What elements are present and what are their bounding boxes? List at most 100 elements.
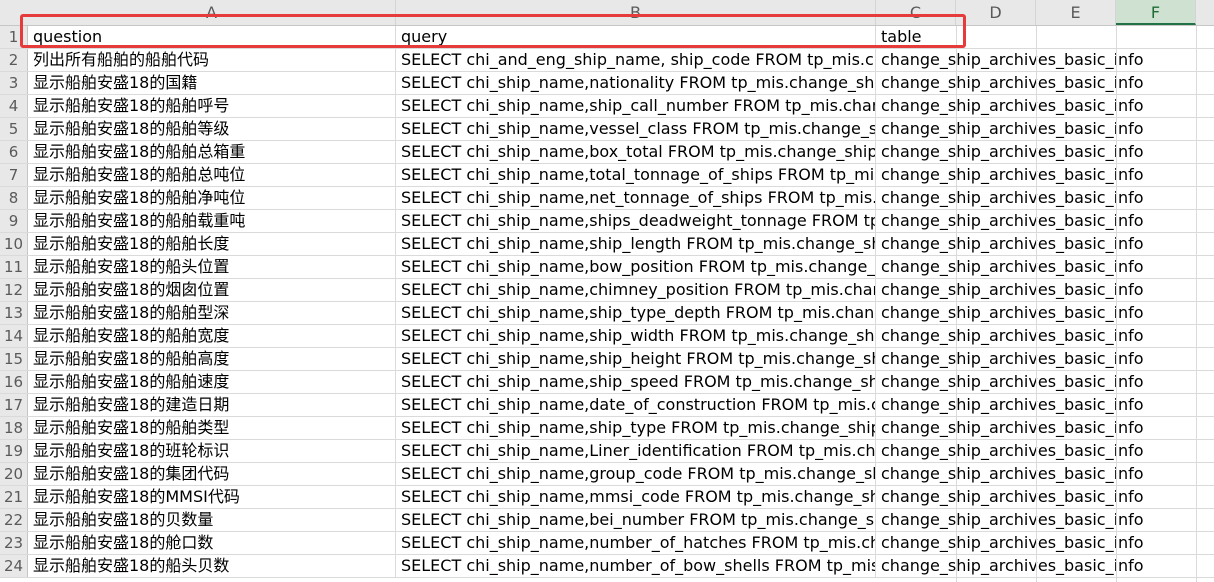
cell-table[interactable]: change_ship_archives_basic_info	[876, 256, 1214, 278]
cell-table[interactable]: change_ship_archives_basic_info	[876, 72, 1214, 94]
cell-question[interactable]: 显示船舶安盛18的船舶总箱重	[28, 141, 396, 163]
row-header[interactable]: 11	[0, 256, 28, 278]
cell-table[interactable]: change_ship_archives_basic_info	[876, 555, 1214, 577]
cell-table[interactable]: change_ship_archives_basic_info	[876, 486, 1214, 508]
row-header[interactable]: 13	[0, 302, 28, 324]
cell-question[interactable]: 显示船舶安盛18的船舶长度	[28, 233, 396, 255]
cell-table[interactable]: change_ship_archives_basic_info	[876, 371, 1214, 393]
row-header[interactable]: 6	[0, 141, 28, 163]
cell-query[interactable]: SELECT chi_ship_name,ship_length FROM tp…	[396, 233, 876, 255]
row-header[interactable]: 10	[0, 233, 28, 255]
column-header-e[interactable]: E	[1036, 0, 1116, 25]
cell-query[interactable]: SELECT chi_ship_name,box_total FROM tp_m…	[396, 141, 876, 163]
cell-question[interactable]: 显示船舶安盛18的国籍	[28, 72, 396, 94]
cell-query[interactable]: SELECT chi_ship_name,bei_number FROM tp_…	[396, 509, 876, 531]
cell-question[interactable]: 显示船舶安盛18的船舶高度	[28, 348, 396, 370]
row-header[interactable]: 22	[0, 509, 28, 531]
column-header-f[interactable]: F	[1116, 0, 1196, 25]
cell-table[interactable]: change_ship_archives_basic_info	[876, 164, 1214, 186]
cell-query[interactable]: SELECT chi_ship_name,number_of_hatches F…	[396, 532, 876, 554]
cell-table[interactable]: change_ship_archives_basic_info	[876, 463, 1214, 485]
row-header[interactable]: 1	[0, 26, 28, 48]
cell-query[interactable]: SELECT chi_ship_name,total_tonnage_of_sh…	[396, 164, 876, 186]
cell-table[interactable]: table	[876, 26, 1214, 48]
row-header[interactable]: 5	[0, 118, 28, 140]
cell-question[interactable]: 显示船舶安盛18的贝数量	[28, 509, 396, 531]
cell-query[interactable]: SELECT chi_and_eng_ship_name, ship_code …	[396, 49, 876, 71]
cell-question[interactable]: 显示船舶安盛18的集团代码	[28, 463, 396, 485]
cell-query[interactable]: SELECT chi_ship_name,ship_call_number FR…	[396, 95, 876, 117]
cell-table[interactable]: change_ship_archives_basic_info	[876, 118, 1214, 140]
row-header[interactable]: 21	[0, 486, 28, 508]
row-header[interactable]: 3	[0, 72, 28, 94]
cell-table[interactable]: change_ship_archives_basic_info	[876, 325, 1214, 347]
cell-query[interactable]: SELECT chi_ship_name,ship_width FROM tp_…	[396, 325, 876, 347]
cell-query[interactable]: SELECT chi_ship_name,ship_height FROM tp…	[396, 348, 876, 370]
row-header[interactable]: 14	[0, 325, 28, 347]
cell-query[interactable]: SELECT chi_ship_name,bow_position FROM t…	[396, 256, 876, 278]
row-header[interactable]: 24	[0, 555, 28, 577]
cell-question[interactable]: 显示船舶安盛18的船舶呼号	[28, 95, 396, 117]
cell-query[interactable]: SELECT chi_ship_name,date_of_constructio…	[396, 394, 876, 416]
cell-table[interactable]: change_ship_archives_basic_info	[876, 417, 1214, 439]
row-header[interactable]: 12	[0, 279, 28, 301]
cell-table[interactable]: change_ship_archives_basic_info	[876, 279, 1214, 301]
cell-table[interactable]: change_ship_archives_basic_info	[876, 95, 1214, 117]
row-header[interactable]: 23	[0, 532, 28, 554]
cell-question[interactable]: 列出所有船舶的船舶代码	[28, 49, 396, 71]
row-header[interactable]: 15	[0, 348, 28, 370]
cell-question[interactable]: 显示船舶安盛18的MMSI代码	[28, 486, 396, 508]
cell-question[interactable]: 显示船舶安盛18的船舶型深	[28, 302, 396, 324]
row-header[interactable]: 18	[0, 417, 28, 439]
cell-table[interactable]: change_ship_archives_basic_info	[876, 187, 1214, 209]
cell-query[interactable]: SELECT chi_ship_name,vessel_class FROM t…	[396, 118, 876, 140]
cell-table[interactable]: change_ship_archives_basic_info	[876, 440, 1214, 462]
row-header[interactable]: 8	[0, 187, 28, 209]
cell-question[interactable]: 显示船舶安盛18的船舶宽度	[28, 325, 396, 347]
cell-question[interactable]: 显示船舶安盛18的船舶等级	[28, 118, 396, 140]
cell-table[interactable]: change_ship_archives_basic_info	[876, 532, 1214, 554]
cell-query[interactable]: SELECT chi_ship_name,mmsi_code FROM tp_m…	[396, 486, 876, 508]
cell-query[interactable]: SELECT chi_ship_name,number_of_bow_shell…	[396, 555, 876, 577]
cell-query[interactable]: SELECT chi_ship_name,ship_type FROM tp_m…	[396, 417, 876, 439]
cell-question[interactable]: 显示船舶安盛18的建造日期	[28, 394, 396, 416]
cell-question[interactable]: 显示船舶安盛18的船舶总吨位	[28, 164, 396, 186]
cell-query[interactable]: SELECT chi_ship_name,group_code FROM tp_…	[396, 463, 876, 485]
cell-question[interactable]: 显示船舶安盛18的船舶载重吨	[28, 210, 396, 232]
cell-query[interactable]: SELECT chi_ship_name,net_tonnage_of_ship…	[396, 187, 876, 209]
cell-question[interactable]: 显示船舶安盛18的船舶类型	[28, 417, 396, 439]
row-header[interactable]: 4	[0, 95, 28, 117]
cell-query[interactable]: SELECT chi_ship_name,ships_deadweight_to…	[396, 210, 876, 232]
cell-question[interactable]: 显示船舶安盛18的烟囱位置	[28, 279, 396, 301]
row-header[interactable]: 2	[0, 49, 28, 71]
cell-question[interactable]: 显示船舶安盛18的船舶速度	[28, 371, 396, 393]
row-header[interactable]: 20	[0, 463, 28, 485]
cell-question[interactable]: 显示船舶安盛18的船舶净吨位	[28, 187, 396, 209]
row-header[interactable]: 7	[0, 164, 28, 186]
row-header[interactable]: 16	[0, 371, 28, 393]
cell-table[interactable]: change_ship_archives_basic_info	[876, 394, 1214, 416]
cell-query[interactable]: SELECT chi_ship_name,Liner_identificatio…	[396, 440, 876, 462]
cell-table[interactable]: change_ship_archives_basic_info	[876, 302, 1214, 324]
column-header-c[interactable]: C	[876, 0, 956, 25]
column-header-a[interactable]: A	[28, 0, 396, 25]
column-header-b[interactable]: B	[396, 0, 876, 25]
cell-query[interactable]: SELECT chi_ship_name,nationality FROM tp…	[396, 72, 876, 94]
cell-table[interactable]: change_ship_archives_basic_info	[876, 210, 1214, 232]
cell-table[interactable]: change_ship_archives_basic_info	[876, 348, 1214, 370]
cell-question[interactable]: question	[28, 26, 396, 48]
cell-query[interactable]: SELECT chi_ship_name,ship_type_depth FRO…	[396, 302, 876, 324]
cell-question[interactable]: 显示船舶安盛18的班轮标识	[28, 440, 396, 462]
cell-question[interactable]: 显示船舶安盛18的船头位置	[28, 256, 396, 278]
cell-table[interactable]: change_ship_archives_basic_info	[876, 49, 1214, 71]
column-header-d[interactable]: D	[956, 0, 1036, 25]
row-header[interactable]: 19	[0, 440, 28, 462]
cell-table[interactable]: change_ship_archives_basic_info	[876, 509, 1214, 531]
cell-query[interactable]: SELECT chi_ship_name,ship_speed FROM tp_…	[396, 371, 876, 393]
cell-table[interactable]: change_ship_archives_basic_info	[876, 141, 1214, 163]
row-header[interactable]: 9	[0, 210, 28, 232]
cell-question[interactable]: 显示船舶安盛18的舱口数	[28, 532, 396, 554]
row-header[interactable]: 17	[0, 394, 28, 416]
cell-question[interactable]: 显示船舶安盛18的船头贝数	[28, 555, 396, 577]
cell-query[interactable]: query	[396, 26, 876, 48]
